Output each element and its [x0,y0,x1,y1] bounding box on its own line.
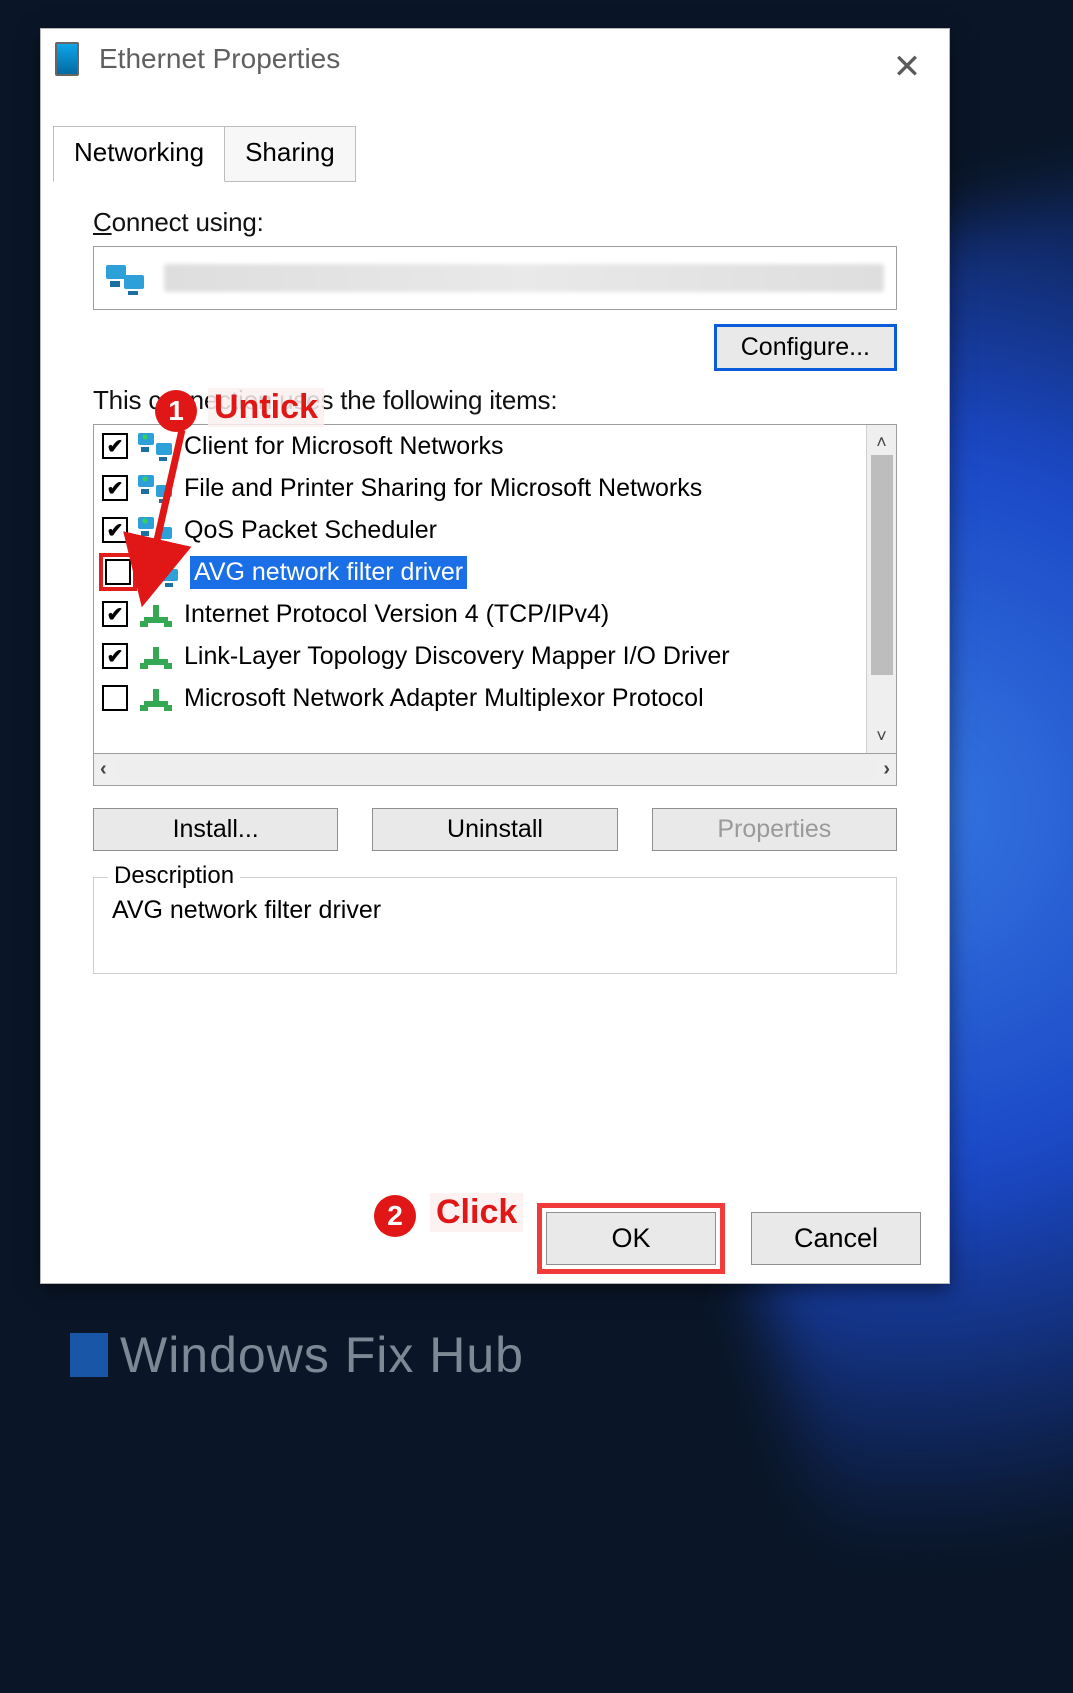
configure-button[interactable]: Configure... [714,324,897,371]
cancel-button[interactable]: Cancel [751,1212,921,1265]
checkbox[interactable] [105,559,131,585]
uninstall-button[interactable]: Uninstall [372,808,617,851]
properties-button: Properties [652,808,897,851]
annotation-step2-text: Click [430,1193,523,1232]
tab-sharing[interactable]: Sharing [224,126,356,182]
adapter-field [93,246,897,310]
scroll-up-arrow[interactable]: ˄ [867,425,896,459]
vertical-scrollbar[interactable]: ˄ ˅ [866,425,896,753]
adapter-icon [106,261,148,295]
tab-networking[interactable]: Networking [53,126,225,182]
ok-highlight-box: OK [537,1203,725,1274]
checkbox[interactable]: ✔ [102,643,128,669]
list-item-label: Microsoft Network Adapter Multiplexor Pr… [184,684,704,713]
ethernet-properties-dialog: Ethernet Properties ✕ Networking Sharing… [40,28,950,1284]
close-icon[interactable]: ✕ [887,47,927,87]
network-client-icon [138,515,174,545]
list-item[interactable]: ✔ Client for Microsoft Networks [94,425,866,467]
checkbox[interactable] [102,685,128,711]
nic-icon [55,42,79,76]
list-item[interactable]: ✔ File and Printer Sharing for Microsoft … [94,467,866,509]
checkbox[interactable]: ✔ [102,601,128,627]
description-text: AVG network filter driver [112,896,878,925]
tabpanel-networking: Connect using: Configure... This connect… [53,179,937,1113]
connect-using-label: Connect using: [93,207,897,238]
tabstrip: Networking Sharing [53,125,355,181]
install-button[interactable]: Install... [93,808,338,851]
ok-button[interactable]: OK [546,1212,716,1265]
horizontal-scrollbar[interactable]: ‹ › [93,754,897,786]
list-item-label: Link-Layer Topology Discovery Mapper I/O… [184,642,730,671]
scroll-down-arrow[interactable]: ˅ [867,719,896,753]
network-client-icon [144,557,180,587]
titlebar: Ethernet Properties [41,29,949,89]
list-item[interactable]: ✔ Internet Protocol Version 4 (TCP/IPv4) [94,593,866,635]
watermark-text: Windows Fix Hub [120,1326,524,1384]
list-item[interactable]: ✔ QoS Packet Scheduler [94,509,866,551]
annotation-step1-text: Untick [208,388,324,427]
connection-items-list[interactable]: ✔ Client for Microsoft Networks ✔ File and … [93,424,897,754]
scroll-left-arrow[interactable]: ‹ [100,758,107,781]
watermark: Windows Fix Hub [70,1326,524,1384]
list-item[interactable]: Microsoft Network Adapter Multiplexor Pr… [94,677,866,719]
list-item-label: QoS Packet Scheduler [184,516,437,545]
protocol-icon [138,641,174,671]
description-legend: Description [108,862,240,890]
checkbox[interactable]: ✔ [102,475,128,501]
list-item[interactable]: AVG network filter driver [94,551,866,593]
annotation-step1-badge: 1 [155,390,197,432]
checkbox[interactable]: ✔ [102,433,128,459]
dialog-title: Ethernet Properties [99,43,340,75]
adapter-name-redacted [164,264,884,292]
network-client-icon [138,473,174,503]
list-item[interactable]: ✔ Link-Layer Topology Discovery Mapper I/… [94,635,866,677]
list-item-label: File and Printer Sharing for Microsoft N… [184,474,702,503]
list-item-label: AVG network filter driver [190,556,467,589]
description-group: Description AVG network filter driver [93,877,897,974]
scroll-right-arrow[interactable]: › [883,758,890,781]
list-item-label: Internet Protocol Version 4 (TCP/IPv4) [184,600,609,629]
checkbox[interactable]: ✔ [102,517,128,543]
scroll-thumb[interactable] [871,455,893,675]
list-item-label: Client for Microsoft Networks [184,432,504,461]
watermark-icon [70,1333,108,1377]
network-client-icon [138,431,174,461]
protocol-icon [138,683,174,713]
protocol-icon [138,599,174,629]
annotation-step2-badge: 2 [374,1195,416,1237]
